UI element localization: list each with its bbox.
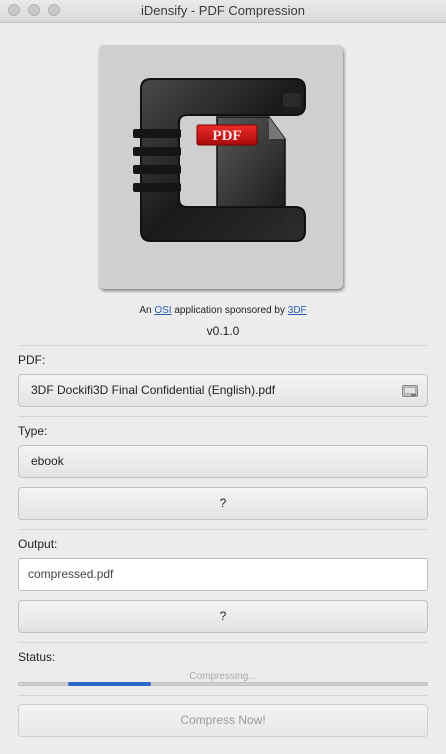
divider — [18, 529, 428, 530]
title-bar: iDensify - PDF Compression — [0, 0, 446, 23]
pdf-compress-clamp-icon: PDF — [133, 78, 306, 242]
pdf-file-name: 3DF Dockifi3D Final Confidential (Englis… — [31, 383, 276, 397]
version-label: v0.1.0 — [206, 324, 240, 338]
type-select[interactable]: ebook — [18, 445, 428, 478]
divider — [18, 695, 428, 696]
pdf-label: PDF: — [18, 353, 46, 367]
progress-indicator — [68, 682, 151, 686]
status-text: Compressing... — [189, 671, 257, 682]
compress-now-button[interactable]: Compress Now! — [18, 704, 428, 737]
window-title: iDensify - PDF Compression — [141, 3, 305, 18]
credit-middle: application sponsored by — [174, 305, 285, 316]
status-label: Status: — [18, 650, 56, 664]
credit-line: An OSI application sponsored by 3DF — [0, 305, 446, 316]
pdf-badge-text: PDF — [212, 128, 241, 144]
type-label: Type: — [18, 424, 48, 438]
osi-link[interactable]: OSI — [154, 305, 171, 316]
divider — [18, 345, 428, 346]
output-label: Output: — [18, 537, 58, 551]
output-filename-field[interactable]: compressed.pdf — [18, 558, 428, 591]
pdf-file-picker[interactable]: 3DF Dockifi3D Final Confidential (Englis… — [18, 374, 428, 407]
type-value: ebook — [31, 454, 64, 468]
app-logo: PDF — [99, 45, 343, 289]
sponsor-link[interactable]: 3DF — [288, 305, 307, 316]
folder-icon[interactable] — [402, 384, 418, 397]
output-help-button[interactable]: ? — [18, 600, 428, 633]
type-help-button[interactable]: ? — [18, 487, 428, 520]
divider — [18, 416, 428, 417]
divider — [18, 642, 428, 643]
credit-prefix: An — [139, 305, 152, 316]
